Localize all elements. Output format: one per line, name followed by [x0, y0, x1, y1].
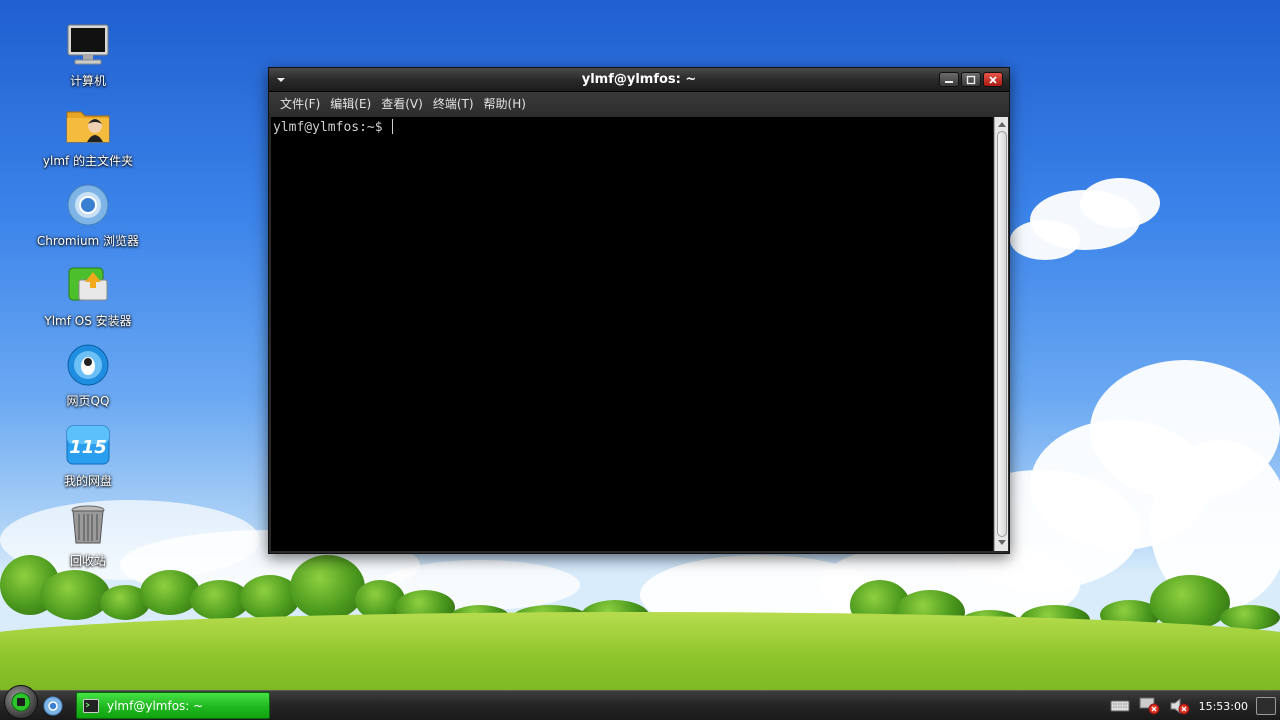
- scroll-down-arrow-icon[interactable]: [995, 537, 1009, 549]
- desktop-icon-label: 回收站: [69, 554, 106, 568]
- menu-edit[interactable]: 编辑(E): [325, 94, 376, 114]
- show-desktop-button[interactable]: [1256, 697, 1276, 715]
- menu-help[interactable]: 帮助(H): [479, 94, 531, 114]
- taskbar: ylmf@ylmfos: ~ 15:53:00: [0, 685, 1280, 720]
- system-tray: 15:53:00: [1109, 691, 1280, 720]
- desktop-icon-trash[interactable]: 回收站: [22, 502, 154, 578]
- desktop-icon-netdisk[interactable]: 115 我的网盘: [22, 422, 154, 498]
- desktop-icon-installer[interactable]: Ylmf OS 安装器: [22, 262, 154, 338]
- installer-icon: [65, 262, 111, 308]
- minimize-icon: [945, 80, 953, 83]
- chromium-icon: [65, 182, 111, 228]
- desktop-icon-computer[interactable]: 计算机: [22, 22, 154, 98]
- desktop-icon-chromium[interactable]: Chromium 浏览器: [22, 182, 154, 258]
- volume-icon[interactable]: [1169, 696, 1191, 716]
- desktop-icon-label: 计算机: [69, 74, 106, 88]
- window-title: ylmf@ylmfos: ~: [581, 72, 697, 87]
- vertical-scrollbar[interactable]: [994, 117, 1008, 551]
- window-menubar: 文件(F) 编辑(E) 查看(V) 终端(T) 帮助(H): [269, 92, 1009, 116]
- menu-view[interactable]: 查看(V): [376, 94, 428, 114]
- quicklaunch-chromium-icon[interactable]: [42, 695, 64, 717]
- maximize-button[interactable]: [961, 72, 981, 87]
- start-logo-icon: [11, 692, 31, 712]
- desktop-icon-label: Chromium 浏览器: [36, 234, 140, 248]
- terminal-window[interactable]: ylmf@ylmfos: ~ 文件(F) 编辑(E) 查看(V) 终端(T) 帮…: [268, 67, 1010, 554]
- text-cursor: [392, 119, 394, 134]
- home-folder-icon: [65, 102, 111, 148]
- clock[interactable]: 15:53:00: [1199, 700, 1248, 713]
- desktop-icon-label: 网页QQ: [66, 394, 110, 408]
- scroll-up-arrow-icon[interactable]: [995, 118, 1009, 130]
- keyboard-icon[interactable]: [1109, 696, 1131, 716]
- start-menu-button[interactable]: [4, 685, 38, 719]
- netdisk-115-icon: 115: [65, 422, 111, 468]
- terminal-prompt: ylmf@ylmfos:~$: [273, 120, 391, 135]
- desktop-icon-home-folder[interactable]: ylmf 的主文件夹: [22, 102, 154, 178]
- trash-icon: [65, 502, 111, 548]
- computer-icon: [65, 22, 111, 68]
- scrollbar-thumb[interactable]: [997, 131, 1007, 537]
- close-button[interactable]: [983, 72, 1003, 87]
- desktop-icon-label: 我的网盘: [63, 474, 112, 488]
- network-icon[interactable]: [1139, 696, 1161, 716]
- menu-terminal[interactable]: 终端(T): [428, 94, 479, 114]
- desktop-icon-webqq[interactable]: 网页QQ: [22, 342, 154, 418]
- netdisk-badge: 115: [69, 437, 107, 458]
- desktop-icon-label: ylmf 的主文件夹: [42, 154, 134, 168]
- qq-icon: [65, 342, 111, 388]
- maximize-icon: [966, 75, 976, 84]
- desktop-icon-label: Ylmf OS 安装器: [44, 314, 132, 328]
- taskbar-button-label: ylmf@ylmfos: ~: [107, 698, 204, 713]
- close-icon: [989, 75, 997, 84]
- terminal-area[interactable]: ylmf@ylmfos:~$: [271, 117, 993, 551]
- terminal-icon: [83, 698, 99, 713]
- taskbar-terminal-button[interactable]: ylmf@ylmfos: ~: [76, 692, 270, 719]
- minimize-button[interactable]: [939, 72, 959, 87]
- window-titlebar[interactable]: ylmf@ylmfos: ~: [269, 68, 1009, 92]
- menu-file[interactable]: 文件(F): [275, 94, 325, 114]
